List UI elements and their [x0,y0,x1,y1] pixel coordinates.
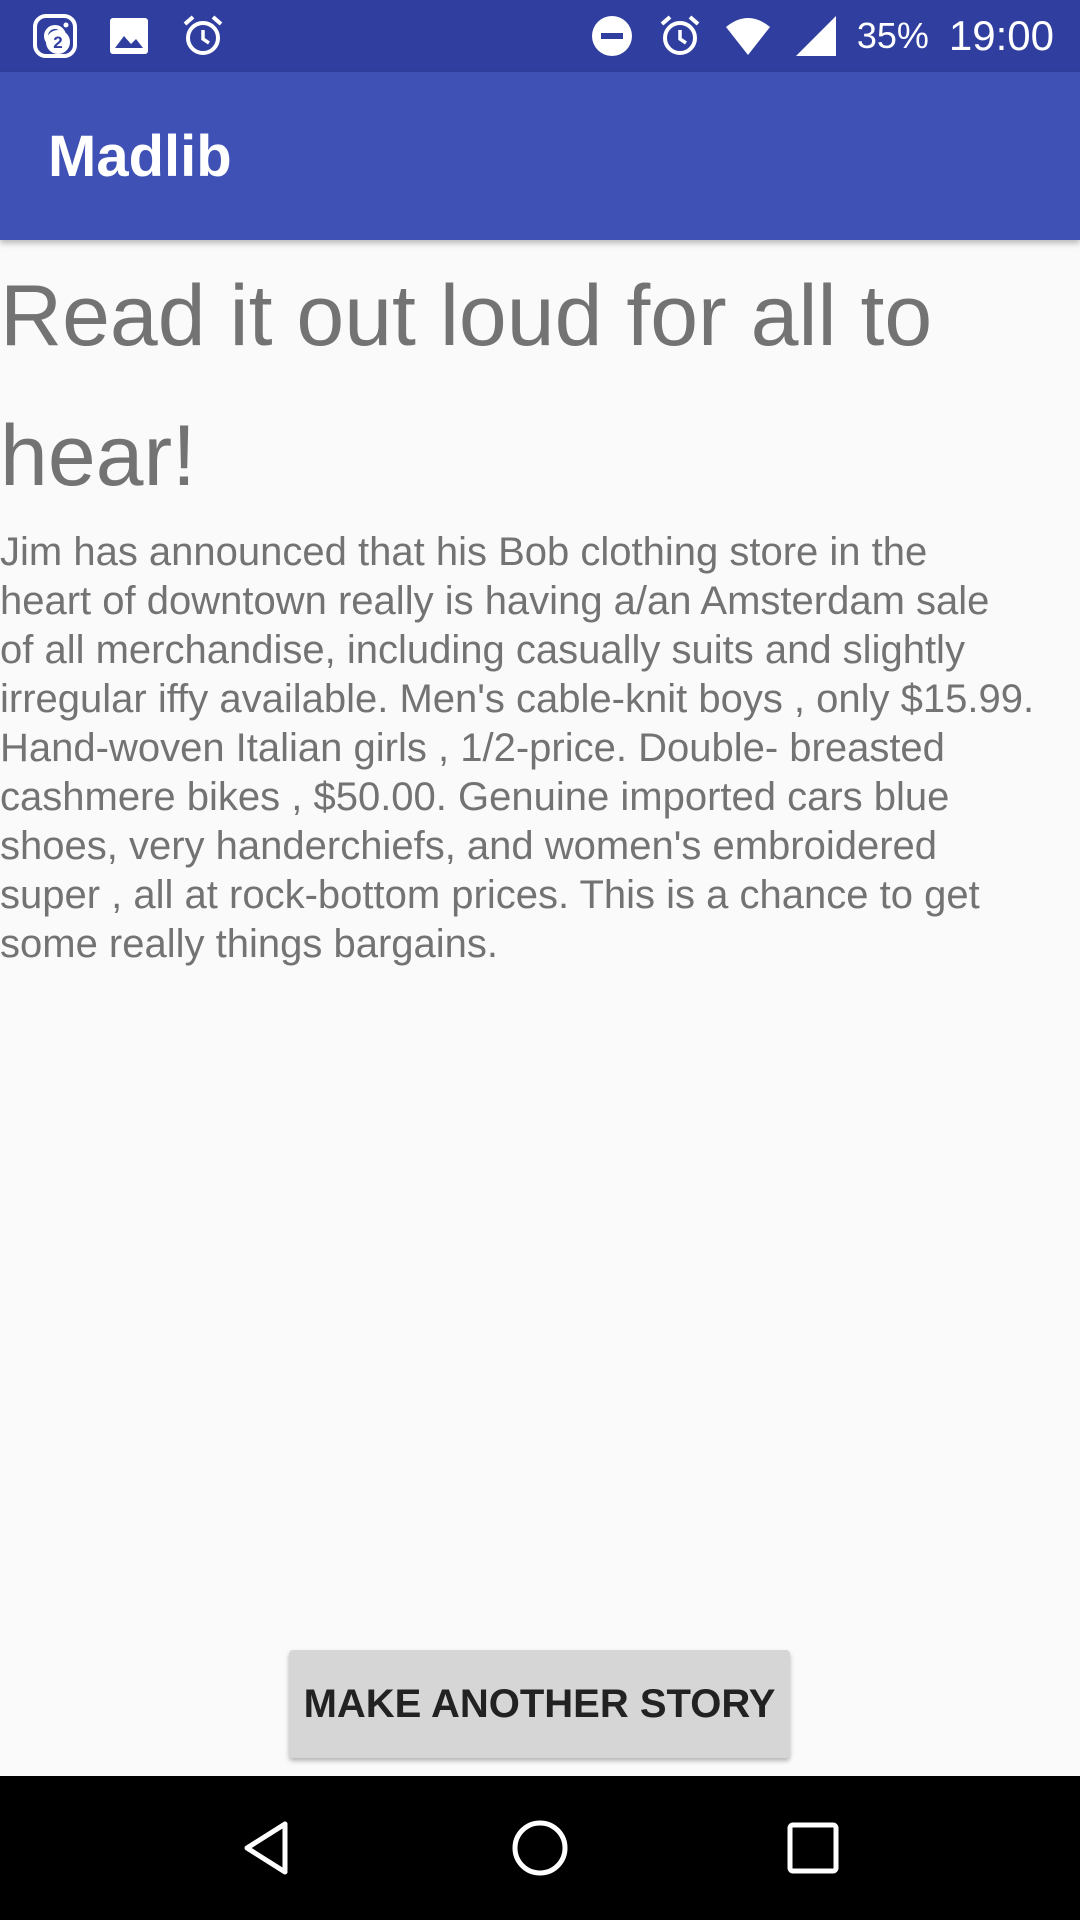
recents-button[interactable] [768,1803,858,1893]
notification-count: 2 [53,33,62,52]
alarm-icon [657,13,703,59]
status-bar-left: 2 [32,13,254,59]
clock: 19:00 [948,12,1054,59]
status-bar-right: 35% 19:00 [567,12,1054,60]
home-button[interactable] [495,1803,585,1893]
back-icon [244,1821,288,1875]
app-bar: Madlib [0,72,1080,240]
page-heading: Read it out loud for all to hear! [0,268,933,504]
make-another-story-button[interactable]: MAKE ANOTHER STORY [289,1650,790,1758]
back-button[interactable] [222,1803,312,1893]
signal-icon [793,13,839,59]
app-title: Madlib [48,123,232,189]
home-icon [512,1820,568,1876]
wifi-icon [725,13,771,59]
instagram-icon: 2 [32,13,78,59]
status-bar: 2 35% 19:00 [0,0,1080,72]
story-content: Read it out loud for all to hear! Jim ha… [0,240,1080,969]
image-icon [106,13,152,59]
alarm-icon [180,13,226,59]
do-not-disturb-icon [589,13,635,59]
recents-icon [787,1822,839,1874]
battery-level: 35% [856,15,929,56]
navigation-bar [0,1776,1080,1920]
story-text: Jim has announced that his Bob clothing … [0,530,1035,966]
